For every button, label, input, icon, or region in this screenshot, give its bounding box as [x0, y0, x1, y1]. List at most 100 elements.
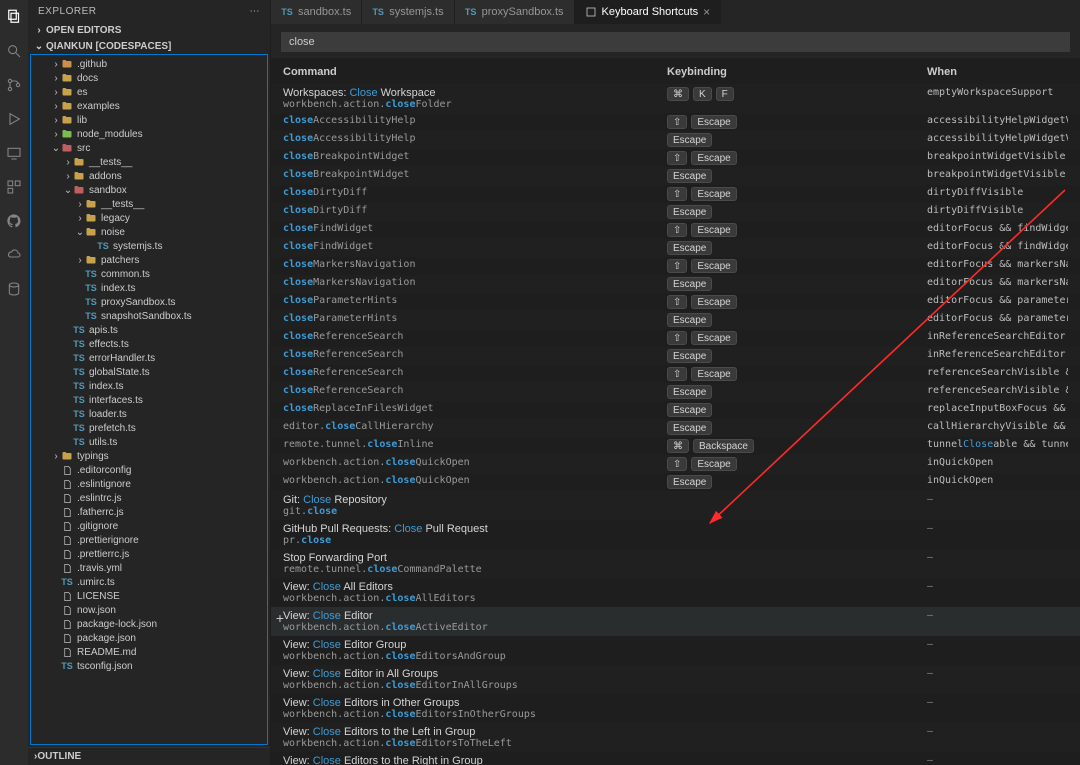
- col-keybinding[interactable]: Keybinding: [667, 66, 927, 78]
- kb-row[interactable]: View: Close Editors in Other Groupsworkb…: [271, 694, 1080, 723]
- kb-row[interactable]: View: Close Editor in All Groupsworkbenc…: [271, 665, 1080, 694]
- tree-item[interactable]: .eslintignore: [31, 477, 267, 491]
- shortcut-search-input[interactable]: [281, 32, 1070, 52]
- tree-item[interactable]: ›__tests__: [31, 197, 267, 211]
- kb-row[interactable]: workbench.action.closeQuickOpen⇧Escapein…: [271, 455, 1080, 473]
- cloud-icon[interactable]: [5, 246, 23, 264]
- kb-row[interactable]: closeReplaceInFilesWidgetEscapereplaceIn…: [271, 401, 1080, 419]
- kb-row[interactable]: closeReferenceSearchEscapeinReferenceSea…: [271, 347, 1080, 365]
- open-editors-section[interactable]: ›OPEN EDITORS: [28, 22, 270, 38]
- tree-item[interactable]: ›legacy: [31, 211, 267, 225]
- tree-item[interactable]: ›.github: [31, 57, 267, 71]
- tree-item[interactable]: .fatherrc.js: [31, 505, 267, 519]
- kb-row[interactable]: closeParameterHintsEscapeeditorFocus && …: [271, 311, 1080, 329]
- search-icon[interactable]: [5, 42, 23, 60]
- tree-item[interactable]: TSproxySandbox.ts: [31, 295, 267, 309]
- tree-item[interactable]: TSinterfaces.ts: [31, 393, 267, 407]
- tree-item[interactable]: now.json: [31, 603, 267, 617]
- tree-item[interactable]: ›__tests__: [31, 155, 267, 169]
- tree-item[interactable]: TSeffects.ts: [31, 337, 267, 351]
- tree-item[interactable]: LICENSE: [31, 589, 267, 603]
- tree-item[interactable]: TSglobalState.ts: [31, 365, 267, 379]
- kb-row[interactable]: closeDirtyDiff⇧EscapedirtyDiffVisible: [271, 185, 1080, 203]
- more-icon[interactable]: ⋯: [250, 6, 261, 17]
- editor-tab[interactable]: TSsandbox.ts: [271, 0, 362, 24]
- kb-row[interactable]: closeAccessibilityHelp⇧Escapeaccessibili…: [271, 113, 1080, 131]
- tree-item[interactable]: ›node_modules: [31, 127, 267, 141]
- kb-row[interactable]: editor.closeCallHierarchyEscapecallHiera…: [271, 419, 1080, 437]
- close-icon[interactable]: ×: [703, 5, 710, 19]
- tree-item[interactable]: ⌄sandbox: [31, 183, 267, 197]
- kb-row[interactable]: closeBreakpointWidgetEscapebreakpointWid…: [271, 167, 1080, 185]
- source-control-icon[interactable]: [5, 76, 23, 94]
- db-icon[interactable]: [5, 280, 23, 298]
- tree-item[interactable]: ›es: [31, 85, 267, 99]
- editor-tab[interactable]: Keyboard Shortcuts×: [575, 0, 722, 24]
- outline-section[interactable]: ›OUTLINE: [28, 747, 270, 765]
- tree-item[interactable]: TSindex.ts: [31, 281, 267, 295]
- tree-item[interactable]: .prettierrc.js: [31, 547, 267, 561]
- tree-item[interactable]: TSerrorHandler.ts: [31, 351, 267, 365]
- kb-row[interactable]: closeReferenceSearch⇧EscapeinReferenceSe…: [271, 329, 1080, 347]
- kb-row[interactable]: View: Close Editors to the Left in Group…: [271, 723, 1080, 752]
- tree-item[interactable]: TSutils.ts: [31, 435, 267, 449]
- kb-row[interactable]: Workspaces: Close Workspaceworkbench.act…: [271, 84, 1080, 113]
- remote-icon[interactable]: [5, 144, 23, 162]
- tree-item[interactable]: TScommon.ts: [31, 267, 267, 281]
- kb-row[interactable]: closeParameterHints⇧EscapeeditorFocus &&…: [271, 293, 1080, 311]
- tree-item[interactable]: TStsconfig.json: [31, 659, 267, 673]
- tree-item[interactable]: TSindex.ts: [31, 379, 267, 393]
- tree-item[interactable]: ›lib: [31, 113, 267, 127]
- tree-item[interactable]: .gitignore: [31, 519, 267, 533]
- extensions-icon[interactable]: [5, 178, 23, 196]
- editor-tab[interactable]: TSsystemjs.ts: [362, 0, 454, 24]
- kb-row[interactable]: View: Close Editors to the Right in Grou…: [271, 752, 1080, 765]
- kb-row[interactable]: closeAccessibilityHelpEscapeaccessibilit…: [271, 131, 1080, 149]
- col-command[interactable]: Command: [283, 66, 667, 78]
- kb-row[interactable]: Git: Close Repositorygit.close—: [271, 491, 1080, 520]
- kb-row[interactable]: closeFindWidget⇧EscapeeditorFocus && fin…: [271, 221, 1080, 239]
- workspace-section[interactable]: ⌄QIANKUN [CODESPACES]: [28, 38, 270, 54]
- kb-row[interactable]: closeFindWidgetEscapeeditorFocus && find…: [271, 239, 1080, 257]
- kb-row[interactable]: +View: Close Editorworkbench.action.clos…: [271, 607, 1080, 636]
- kb-row[interactable]: closeReferenceSearch⇧EscapereferenceSear…: [271, 365, 1080, 383]
- github-icon[interactable]: [5, 212, 23, 230]
- tree-item[interactable]: TSsystemjs.ts: [31, 239, 267, 253]
- add-icon[interactable]: +: [271, 610, 289, 626]
- run-debug-icon[interactable]: [5, 110, 23, 128]
- tree-item[interactable]: ⌄noise: [31, 225, 267, 239]
- kb-row[interactable]: closeBreakpointWidget⇧EscapebreakpointWi…: [271, 149, 1080, 167]
- tree-item[interactable]: ⌄src: [31, 141, 267, 155]
- tree-item[interactable]: TSprefetch.ts: [31, 421, 267, 435]
- tree-item[interactable]: .travis.yml: [31, 561, 267, 575]
- kb-row[interactable]: closeDirtyDiffEscapedirtyDiffVisible: [271, 203, 1080, 221]
- tree-item[interactable]: .eslintrc.js: [31, 491, 267, 505]
- tree-item[interactable]: ›examples: [31, 99, 267, 113]
- tree-item[interactable]: .editorconfig: [31, 463, 267, 477]
- tree-item[interactable]: TSsnapshotSandbox.ts: [31, 309, 267, 323]
- kb-row[interactable]: workbench.action.closeQuickOpenEscapeinQ…: [271, 473, 1080, 491]
- tree-item[interactable]: README.md: [31, 645, 267, 659]
- kb-row[interactable]: closeReferenceSearchEscapereferenceSearc…: [271, 383, 1080, 401]
- kb-row[interactable]: GitHub Pull Requests: Close Pull Request…: [271, 520, 1080, 549]
- editor-area: TSsandbox.tsTSsystemjs.tsTSproxySandbox.…: [271, 0, 1080, 765]
- tree-item[interactable]: TS.umirc.ts: [31, 575, 267, 589]
- kb-row[interactable]: remote.tunnel.closeInline⌘Backspacetunne…: [271, 437, 1080, 455]
- tree-item[interactable]: ›addons: [31, 169, 267, 183]
- tree-item[interactable]: TSapis.ts: [31, 323, 267, 337]
- col-when[interactable]: When: [927, 66, 1068, 78]
- tree-item[interactable]: ›typings: [31, 449, 267, 463]
- tree-item[interactable]: TSloader.ts: [31, 407, 267, 421]
- kb-row[interactable]: Stop Forwarding Portremote.tunnel.closeC…: [271, 549, 1080, 578]
- kb-row[interactable]: View: Close Editor Groupworkbench.action…: [271, 636, 1080, 665]
- editor-tab[interactable]: TSproxySandbox.ts: [455, 0, 575, 24]
- tree-item[interactable]: package-lock.json: [31, 617, 267, 631]
- tree-item[interactable]: package.json: [31, 631, 267, 645]
- kb-row[interactable]: View: Close All Editorsworkbench.action.…: [271, 578, 1080, 607]
- kb-row[interactable]: closeMarkersNavigationEscapeeditorFocus …: [271, 275, 1080, 293]
- kb-row[interactable]: closeMarkersNavigation⇧EscapeeditorFocus…: [271, 257, 1080, 275]
- tree-item[interactable]: .prettierignore: [31, 533, 267, 547]
- explorer-icon[interactable]: [5, 8, 23, 26]
- tree-item[interactable]: ›patchers: [31, 253, 267, 267]
- tree-item[interactable]: ›docs: [31, 71, 267, 85]
